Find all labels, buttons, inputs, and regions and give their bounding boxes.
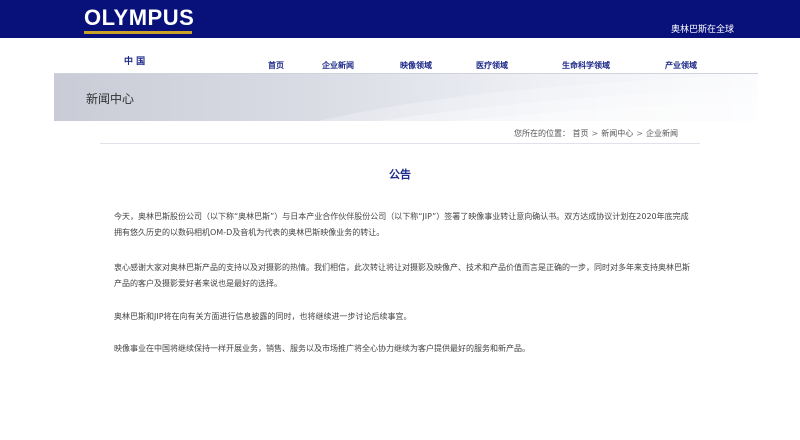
article-paragraph: 映像事业在中国将继续保持一样开展业务，销售、服务以及市场推广将全心协力继续为客户…	[114, 344, 530, 353]
nav-item-medical[interactable]: 医疗领域	[476, 60, 508, 71]
breadcrumb-separator: >	[591, 129, 599, 138]
nav-item-home[interactable]: 首页	[268, 60, 284, 71]
breadcrumb: 您所在的位置： 首页 > 新闻中心 > 企业新闻	[514, 128, 678, 139]
olympus-logo[interactable]: OLYMPUS	[84, 6, 194, 30]
breadcrumb-prefix: 您所在的位置：	[514, 129, 570, 138]
global-site-link[interactable]: 奥林巴斯在全球	[671, 22, 734, 35]
content-divider	[100, 143, 700, 144]
article-title: 公告	[389, 168, 411, 181]
article-paragraph: 奥林巴斯和JIP将在向有关方面进行信息披露的同时，也将继续进一步讨论后续事宜。	[114, 312, 412, 321]
logo-underline	[84, 31, 192, 34]
nav-item-imaging[interactable]: 映像领域	[400, 60, 432, 71]
article-paragraph: 衷心感谢大家对奥林巴斯产品的支持以及对摄影的热情。我们相信，此次转让将让对摄影及…	[114, 263, 690, 288]
nav-item-life-science[interactable]: 生命科学领域	[562, 60, 610, 71]
breadcrumb-corporate-news[interactable]: 企业新闻	[646, 129, 678, 138]
breadcrumb-news-center[interactable]: 新闻中心	[601, 129, 633, 138]
nav-item-corporate-news[interactable]: 企业新闻	[322, 60, 354, 71]
article-paragraph: 今天，奥林巴斯股份公司（以下称“奥林巴斯”）与日本产业合作伙伴股份公司（以下称“…	[114, 212, 689, 237]
breadcrumb-home[interactable]: 首页	[573, 129, 589, 138]
nav-item-industrial[interactable]: 产业领域	[665, 60, 697, 71]
region-label: 中 国	[124, 57, 146, 67]
section-banner: 新闻中心	[54, 74, 758, 121]
breadcrumb-separator: >	[636, 129, 643, 138]
banner-wave-decoration	[318, 74, 758, 121]
page-title: 新闻中心	[86, 92, 135, 106]
